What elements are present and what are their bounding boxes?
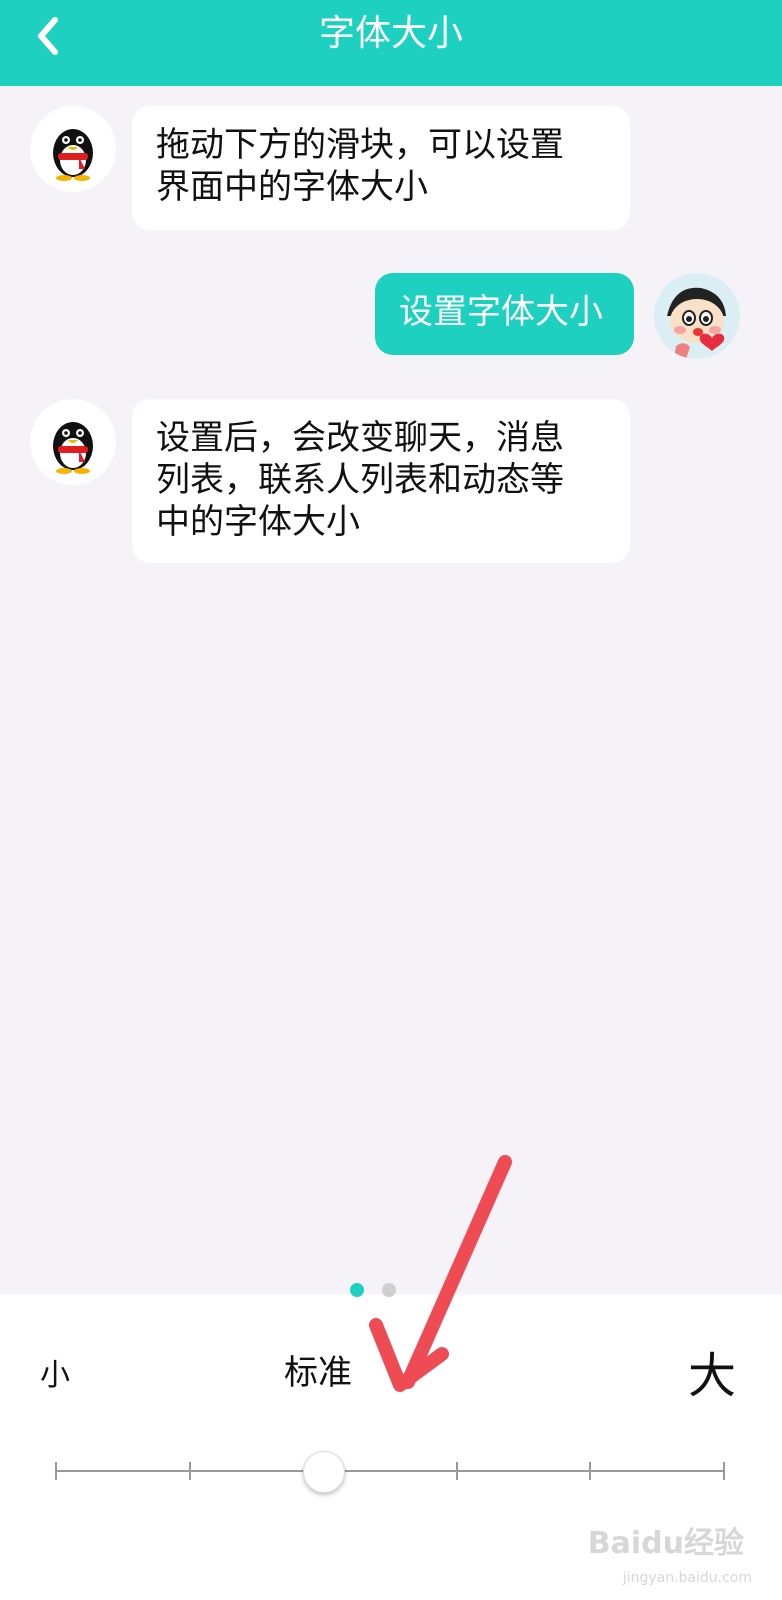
large-font-label: 大 bbox=[688, 1348, 737, 1404]
standard-font-label: 标准 bbox=[284, 1353, 352, 1393]
user-avatar bbox=[654, 273, 740, 359]
small-font-label: 小 bbox=[40, 1358, 70, 1393]
penguin-icon bbox=[53, 422, 93, 474]
font-size-slider-stop[interactable] bbox=[188, 1462, 191, 1480]
font-size-slider-stop[interactable] bbox=[455, 1462, 458, 1480]
font-size-slider-stop[interactable] bbox=[589, 1462, 592, 1480]
baidu-watermark: Baidu经验 bbox=[587, 1526, 744, 1561]
baidu-watermark-url: jingyan.baidu.com bbox=[622, 1570, 752, 1586]
font-size-slider-thumb[interactable] bbox=[303, 1451, 346, 1493]
bot-avatar bbox=[30, 399, 116, 485]
page-title: 字体大小 bbox=[318, 13, 463, 54]
cartoon-avatar-icon bbox=[654, 273, 740, 359]
chat-bubble-user: 设置字体大小 bbox=[375, 273, 634, 355]
penguin-icon bbox=[53, 129, 93, 181]
chat-bubble-bot: 设置后，会改变聊天，消息 列表，联系人列表和动态等 中的字体大小 bbox=[132, 399, 630, 563]
arrow-annotation bbox=[369, 1155, 512, 1392]
font-size-slider-track[interactable] bbox=[56, 1470, 724, 1472]
font-size-slider-stop[interactable] bbox=[55, 1462, 57, 1480]
bot-avatar bbox=[30, 106, 116, 192]
font-size-slider-stop[interactable] bbox=[723, 1462, 725, 1480]
chat-bubble-bot: 拖动下方的滑块，可以设置 界面中的字体大小 bbox=[132, 106, 630, 230]
app-header: 字体大小 bbox=[0, 0, 782, 86]
